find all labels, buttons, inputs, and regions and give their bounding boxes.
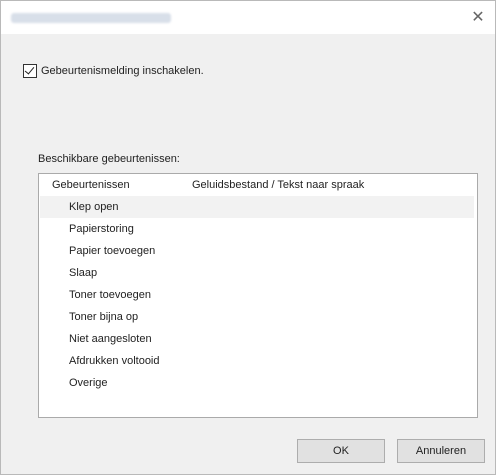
- list-item[interactable]: Papierstoring: [40, 218, 474, 240]
- close-icon[interactable]: ✕: [467, 7, 489, 29]
- column-header-events[interactable]: Gebeurtenissen: [52, 179, 130, 191]
- enable-notification-option[interactable]: Gebeurtenismelding inschakelen.: [23, 64, 204, 78]
- list-item[interactable]: Papier toevoegen: [40, 240, 474, 262]
- events-list-view[interactable]: Gebeurtenissen Geluidsbestand / Tekst na…: [38, 173, 478, 418]
- list-item[interactable]: Toner bijna op: [40, 306, 474, 328]
- enable-notification-label: Gebeurtenismelding inschakelen.: [41, 65, 204, 77]
- window-title: [11, 13, 171, 23]
- list-item[interactable]: Toner toevoegen: [40, 284, 474, 306]
- title-bar: ✕: [1, 1, 495, 34]
- cancel-button[interactable]: Annuleren: [397, 439, 485, 463]
- ok-button[interactable]: OK: [297, 439, 385, 463]
- list-item[interactable]: Niet aangesloten: [40, 328, 474, 350]
- event-notification-dialog: ✕ Gebeurtenismelding inschakelen. Beschi…: [0, 0, 496, 475]
- list-item[interactable]: Klep open: [40, 196, 474, 218]
- enable-notification-checkbox[interactable]: [23, 64, 37, 78]
- column-header-sound-file[interactable]: Geluidsbestand / Tekst naar spraak: [192, 179, 364, 191]
- list-item[interactable]: Afdrukken voltooid: [40, 350, 474, 372]
- list-item[interactable]: Overige: [40, 372, 474, 394]
- available-events-label: Beschikbare gebeurtenissen:: [38, 153, 180, 165]
- list-item[interactable]: Slaap: [40, 262, 474, 284]
- list-header: Gebeurtenissen Geluidsbestand / Tekst na…: [39, 174, 477, 194]
